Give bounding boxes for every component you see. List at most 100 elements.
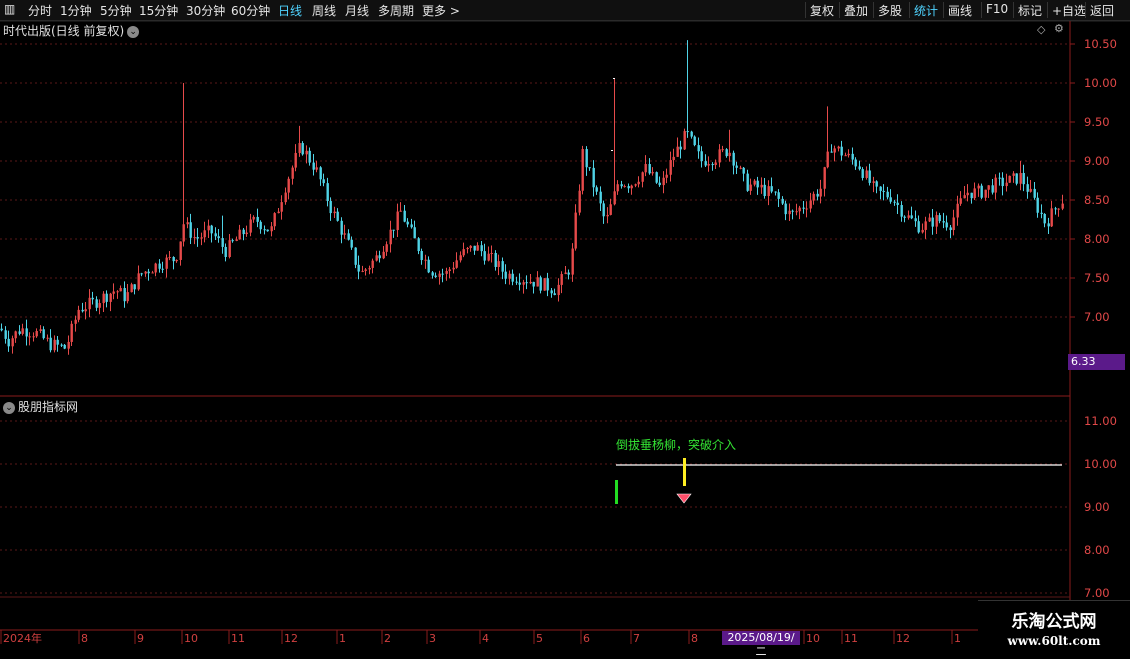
candle-body xyxy=(343,233,346,235)
candle-body xyxy=(140,273,143,275)
candle-body xyxy=(522,282,525,285)
watermark-url: www.60lt.com xyxy=(1007,634,1101,648)
candle-body xyxy=(777,192,780,199)
candle-body xyxy=(1026,184,1029,192)
candle-body xyxy=(11,338,14,347)
candle-body xyxy=(858,166,861,170)
candle-body xyxy=(970,192,973,199)
candle-body xyxy=(676,146,679,157)
candle-body xyxy=(200,237,203,239)
candle-body xyxy=(452,267,455,270)
candle-body xyxy=(371,260,374,268)
date-label-16: 12 xyxy=(896,632,910,645)
candle-body xyxy=(872,181,875,183)
candle-body xyxy=(476,245,479,251)
candle-body xyxy=(172,257,175,262)
candle-body xyxy=(25,328,28,337)
candle-body xyxy=(728,152,731,157)
candle-body xyxy=(991,185,994,193)
candle-body xyxy=(847,153,850,156)
candle-body xyxy=(854,159,857,167)
candle-body xyxy=(987,185,990,190)
candle-body xyxy=(620,184,623,187)
candle-body xyxy=(861,169,864,178)
candle-body xyxy=(581,149,584,191)
candle-body xyxy=(70,323,73,342)
candle-body xyxy=(189,222,192,238)
candle-body xyxy=(966,192,969,196)
candle-body xyxy=(812,193,815,201)
candle-body xyxy=(256,216,259,222)
candle-body xyxy=(91,297,94,300)
candle-body xyxy=(46,337,49,339)
candle-body xyxy=(749,184,752,191)
candle-body xyxy=(137,273,140,290)
candle-body xyxy=(952,217,955,231)
date-label-5: 12 xyxy=(284,632,298,645)
candle-body xyxy=(105,293,108,302)
candle-body xyxy=(532,281,535,287)
candle-body xyxy=(357,264,360,272)
candle-body xyxy=(718,149,721,163)
candle-body xyxy=(889,197,892,202)
date-label-3: 10 xyxy=(184,632,198,645)
diamond-signal-icon xyxy=(676,493,692,504)
candle-body xyxy=(931,217,934,227)
candle-body xyxy=(312,162,315,170)
price-axis-label-2: 9.50 xyxy=(1084,115,1110,129)
candle-body xyxy=(634,184,637,186)
kline-chart[interactable]: 10.50 10.00 9.50 9.00 8.50 8.00 7.50 7.00 11.00 1… xyxy=(0,0,1130,650)
candle-body xyxy=(1050,208,1053,227)
candle-body xyxy=(49,337,52,351)
candle-body xyxy=(7,338,10,347)
candle-body xyxy=(284,192,287,203)
candle-body xyxy=(4,330,7,339)
candle-body xyxy=(515,281,518,283)
candle-body xyxy=(1029,188,1032,192)
candle-body xyxy=(770,186,773,192)
candle-body xyxy=(868,170,871,183)
candle-body xyxy=(14,331,17,339)
candle-body xyxy=(588,167,591,169)
candle-body xyxy=(893,201,896,203)
candle-body xyxy=(511,273,514,282)
candle-body xyxy=(798,207,801,212)
candle-body xyxy=(228,240,231,257)
candle-body xyxy=(196,237,199,239)
candle-body xyxy=(186,222,189,225)
candle-body xyxy=(637,181,640,185)
indicator-axis-label-4: 7.00 xyxy=(1084,586,1110,600)
candle-body xyxy=(1022,173,1025,185)
candle-body xyxy=(1019,173,1022,184)
candle-body xyxy=(686,131,689,133)
candle-body xyxy=(287,178,290,193)
indicator-axis-label-2: 9.00 xyxy=(1084,500,1110,514)
date-label-8: 3 xyxy=(429,632,436,645)
candle-body xyxy=(700,151,703,162)
candle-body xyxy=(336,211,339,221)
candle-body xyxy=(462,249,465,256)
candle-body xyxy=(564,272,567,275)
candle-body xyxy=(546,278,549,291)
candle-body xyxy=(805,208,808,210)
candle-body xyxy=(595,187,598,192)
date-label-7: 2 xyxy=(384,632,391,645)
candle-body xyxy=(168,257,171,259)
candle-body xyxy=(662,177,665,186)
date-label-11: 6 xyxy=(583,632,590,645)
candle-body xyxy=(326,183,329,202)
date-label-2: 9 xyxy=(137,632,144,645)
candle-body xyxy=(294,152,297,168)
candle-body xyxy=(396,211,399,231)
candle-body xyxy=(648,164,651,174)
cursor-date-tag: 2025/08/19/二 xyxy=(722,631,800,658)
candle-body xyxy=(959,198,962,204)
candle-body xyxy=(1008,175,1011,183)
candle-body xyxy=(340,220,343,235)
candle-body xyxy=(679,146,682,150)
candle-body xyxy=(235,239,238,241)
candle-body xyxy=(739,167,742,169)
candle-body xyxy=(550,290,553,294)
candle-body xyxy=(809,200,812,209)
candle-body xyxy=(410,224,413,228)
